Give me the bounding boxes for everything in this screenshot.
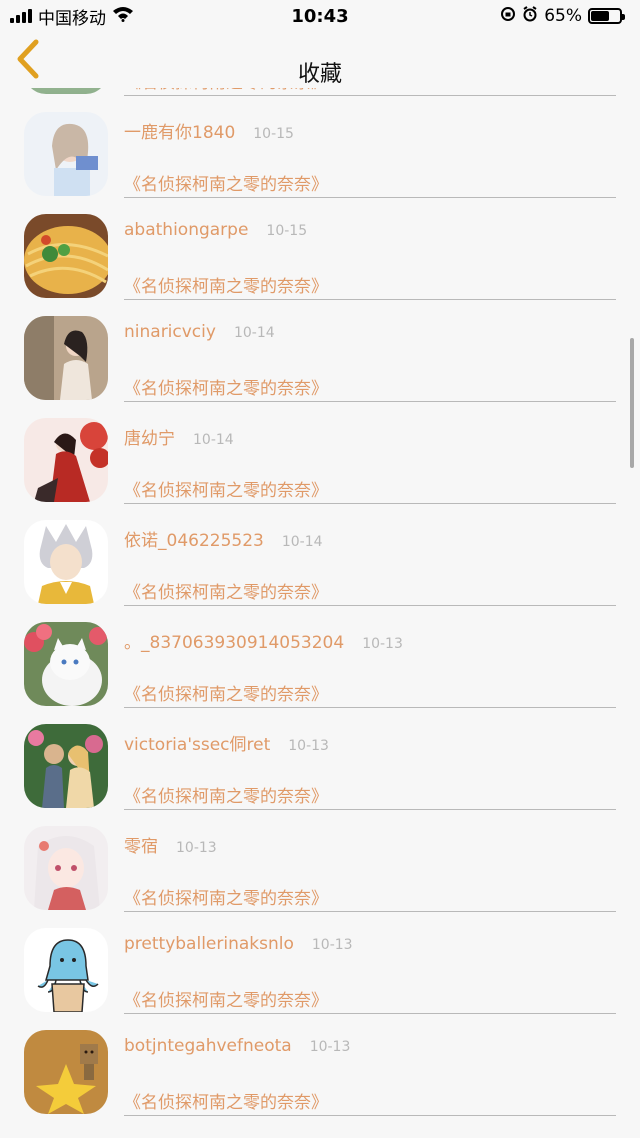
- avatar[interactable]: [24, 418, 108, 502]
- status-bar: 中国移动 10:43 65%: [0, 0, 640, 32]
- divider: [124, 197, 616, 198]
- date: 10-13: [362, 636, 403, 652]
- post-title[interactable]: 《名侦探柯南之零的奈奈》: [124, 374, 328, 399]
- avatar[interactable]: [24, 928, 108, 1012]
- scrollbar[interactable]: [630, 338, 634, 468]
- battery-icon: [588, 8, 625, 24]
- post-title[interactable]: 《名侦探柯南之零的奈奈》: [124, 782, 328, 807]
- avatar[interactable]: [24, 214, 108, 298]
- battery-percent: 65%: [544, 6, 582, 26]
- divider: [124, 95, 616, 96]
- list-item[interactable]: 。_837063930914053204 10-13 《名侦探柯南之零的奈奈》: [0, 610, 640, 712]
- date: 10-15: [266, 223, 308, 239]
- date: 10-13: [309, 1039, 351, 1055]
- signal-icon: [10, 9, 32, 23]
- date: 10-15: [253, 126, 294, 142]
- alarm-icon: [522, 5, 538, 27]
- user-name[interactable]: 。_837063930914053204: [124, 628, 344, 653]
- divider: [124, 503, 616, 504]
- list-item[interactable]: 唐幼宁 10-14 《名侦探柯南之零的奈奈》: [0, 406, 640, 508]
- nav-bar: 收藏: [0, 32, 640, 88]
- avatar[interactable]: [24, 316, 108, 400]
- list-item[interactable]: abathiongarpe 10-15 《名侦探柯南之零的奈奈》: [0, 202, 640, 304]
- page-title: 收藏: [297, 62, 342, 87]
- date: 10-14: [281, 534, 323, 550]
- user-name[interactable]: botjntegahvefneota: [124, 1036, 292, 1056]
- date: 10-14: [193, 432, 234, 448]
- avatar[interactable]: [24, 724, 108, 808]
- avatar[interactable]: [24, 520, 108, 604]
- list-item[interactable]: botjntegahvefneota 10-13 《名侦探柯南之零的奈奈》: [0, 1018, 640, 1120]
- divider: [124, 605, 616, 606]
- post-title[interactable]: 《名侦探柯南之零的奈奈》: [124, 170, 328, 195]
- divider: [124, 707, 616, 708]
- list-item[interactable]: 一鹿有你1840 10-15 《名侦探柯南之零的奈奈》: [0, 100, 640, 202]
- date: 10-13: [288, 738, 329, 754]
- user-name[interactable]: ninaricvciy: [124, 322, 216, 342]
- avatar[interactable]: [24, 622, 108, 706]
- carrier-label: 中国移动: [38, 8, 106, 29]
- favorites-list[interactable]: 《名侦探柯南之零的奈奈》 一鹿有你1840 10-15 《名侦探柯南之零的奈奈》…: [0, 0, 640, 1138]
- post-title[interactable]: 《名侦探柯南之零的奈奈》: [124, 986, 328, 1011]
- divider: [124, 299, 616, 300]
- divider: [124, 401, 616, 402]
- date: 10-13: [176, 840, 217, 856]
- list-item[interactable]: 零宿 10-13 《名侦探柯南之零的奈奈》: [0, 814, 640, 916]
- post-title[interactable]: 《名侦探柯南之零的奈奈》: [124, 476, 328, 501]
- battery-fill: [591, 11, 610, 21]
- user-name[interactable]: 零宿: [124, 832, 158, 857]
- user-name[interactable]: 唐幼宁: [124, 424, 175, 449]
- wifi-icon: [112, 6, 134, 27]
- divider: [124, 1115, 616, 1116]
- avatar[interactable]: [24, 112, 108, 196]
- divider: [124, 911, 616, 912]
- post-title[interactable]: 《名侦探柯南之零的奈奈》: [124, 884, 328, 909]
- avatar[interactable]: [24, 1030, 108, 1114]
- list-item[interactable]: ninaricvciy 10-14 《名侦探柯南之零的奈奈》: [0, 304, 640, 406]
- user-name[interactable]: prettyballerinaksnlo: [124, 934, 294, 954]
- divider: [124, 1013, 616, 1014]
- user-name[interactable]: 一鹿有你1840: [124, 118, 235, 143]
- divider: [124, 809, 616, 810]
- post-title[interactable]: 《名侦探柯南之零的奈奈》: [124, 578, 328, 603]
- list-item[interactable]: victoria'ssec侗ret 10-13 《名侦探柯南之零的奈奈》: [0, 712, 640, 814]
- post-title[interactable]: 《名侦探柯南之零的奈奈》: [124, 272, 328, 297]
- user-name[interactable]: victoria'ssec侗ret: [124, 730, 270, 755]
- date: 10-14: [233, 325, 275, 341]
- avatar[interactable]: [24, 826, 108, 910]
- rotation-lock-icon: [500, 6, 516, 27]
- post-title[interactable]: 《名侦探柯南之零的奈奈》: [124, 1088, 328, 1113]
- user-name[interactable]: 依诺_046225523: [124, 526, 264, 551]
- list-item[interactable]: prettyballerinaksnlo 10-13 《名侦探柯南之零的奈奈》: [0, 916, 640, 1018]
- post-title[interactable]: 《名侦探柯南之零的奈奈》: [124, 680, 328, 705]
- list-item[interactable]: 依诺_046225523 10-14 《名侦探柯南之零的奈奈》: [0, 508, 640, 610]
- user-name[interactable]: abathiongarpe: [124, 220, 248, 240]
- date: 10-13: [311, 937, 353, 953]
